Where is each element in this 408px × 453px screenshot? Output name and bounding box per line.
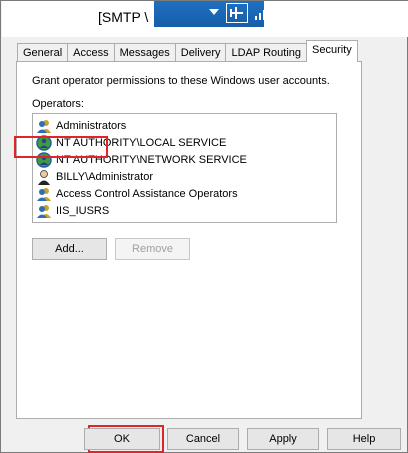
- group-icon: [37, 187, 51, 201]
- cancel-button[interactable]: Cancel: [167, 428, 239, 450]
- list-item-selected[interactable]: IIS_IUSRS: [36, 202, 109, 219]
- ok-button[interactable]: OK: [84, 428, 160, 450]
- security-description: Grant operator permissions to these Wind…: [32, 75, 330, 87]
- selection-highlight-box: [14, 136, 108, 158]
- tab-access[interactable]: Access: [67, 43, 115, 62]
- operators-label: Operators:: [32, 98, 84, 110]
- tab-messages[interactable]: Messages: [113, 43, 176, 62]
- tab-ldap-routing[interactable]: LDAP Routing: [225, 43, 307, 62]
- help-button[interactable]: Help: [327, 428, 401, 450]
- operator-name: BILLY\Administrator: [56, 170, 154, 183]
- tab-delivery[interactable]: Delivery: [174, 43, 227, 62]
- apply-button[interactable]: Apply: [247, 428, 319, 450]
- operators-list[interactable]: Administrators NT AUTHORITY\LOCAL SERVIC…: [32, 113, 337, 223]
- title-bar: [SMTP \: [2, 1, 408, 37]
- operator-name: IIS_IUSRS: [56, 204, 110, 217]
- pin-icon[interactable]: [226, 3, 248, 23]
- dropdown-arrow-icon[interactable]: [207, 5, 221, 19]
- operator-name: Administrators: [56, 119, 127, 132]
- group-icon: [37, 119, 51, 133]
- list-item[interactable]: Administrators: [36, 117, 126, 134]
- remove-button[interactable]: Remove: [115, 238, 190, 260]
- tab-strip: General Access Messages Delivery LDAP Ro…: [17, 40, 358, 62]
- group-icon: [37, 204, 51, 218]
- tab-general[interactable]: General: [17, 43, 69, 62]
- add-button[interactable]: Add...: [32, 238, 107, 260]
- tab-security[interactable]: Security: [306, 40, 358, 62]
- list-item[interactable]: Access Control Assistance Operators: [36, 185, 238, 202]
- security-panel: Grant operator permissions to these Wind…: [16, 61, 362, 419]
- list-item[interactable]: BILLY\Administrator: [36, 168, 153, 185]
- taskbar-overlay: [154, 1, 269, 27]
- signal-strength-icon: [255, 7, 269, 20]
- operator-name: Access Control Assistance Operators: [56, 187, 238, 200]
- dialog-window: [SMTP \ General Access Messages Delivery: [0, 0, 408, 453]
- user-icon: [38, 169, 50, 185]
- window-title: [SMTP \: [98, 9, 149, 25]
